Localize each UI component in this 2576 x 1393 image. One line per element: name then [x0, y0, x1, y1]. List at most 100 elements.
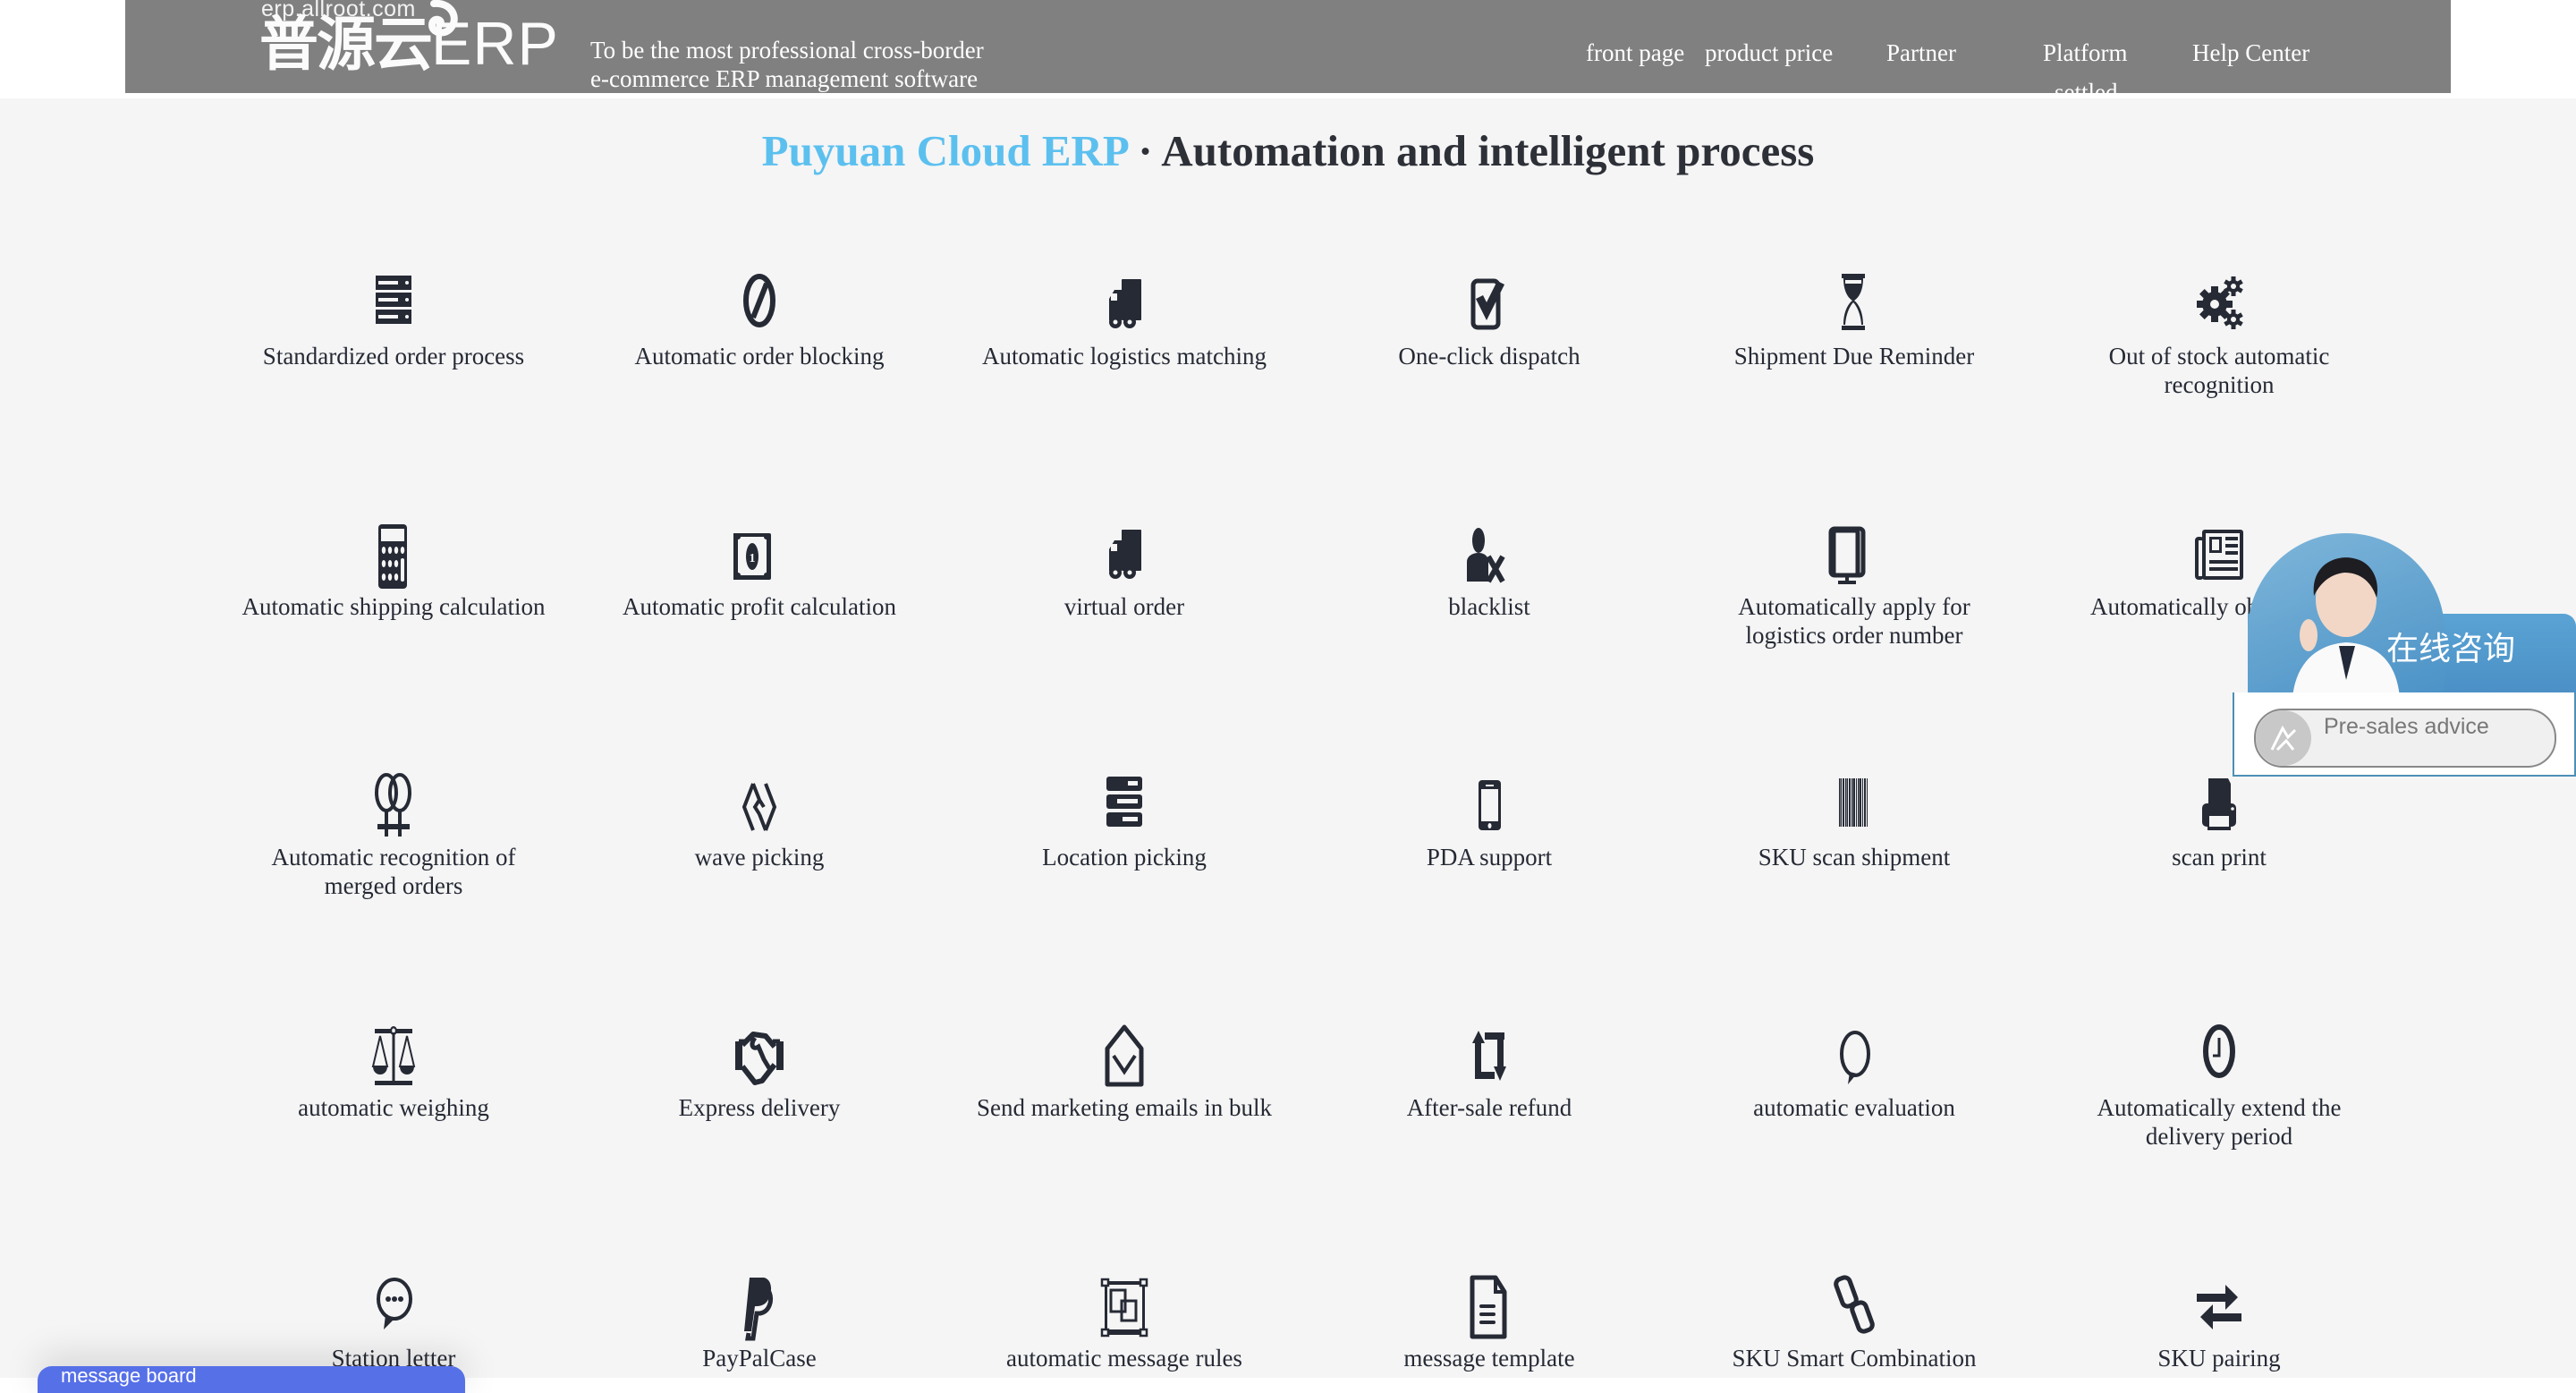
nav-platform-settled-line2[interactable]: settled — [2055, 77, 2117, 93]
truck-icon — [1109, 530, 1141, 579]
feature-item[interactable]: After-sale refund — [1319, 1011, 1659, 1122]
feature-label: message template — [1403, 1345, 1575, 1372]
feature-item[interactable]: automatic weighing — [224, 1011, 564, 1122]
feature-label: automatic weighing — [298, 1094, 489, 1121]
feature-item[interactable]: Automatically extend the delivery period — [2049, 1011, 2389, 1151]
chat-body: Pre-sales advice — [2233, 692, 2576, 777]
feature-item[interactable]: Automatic order blocking — [589, 259, 929, 370]
pre-sales-advice-button[interactable]: Pre-sales advice — [2254, 709, 2556, 768]
nav-partner[interactable]: Partner — [1886, 38, 1956, 68]
feature-label: Shipment Due Reminder — [1733, 343, 1975, 369]
section-title-brand: Puyuan Cloud ERP — [761, 126, 1128, 175]
pre-sales-advice-label: Pre-sales advice — [2324, 714, 2489, 739]
feature-item[interactable]: SKU scan shipment — [1684, 760, 2024, 871]
logo-erp: ERP — [431, 10, 559, 78]
comment-icon — [1840, 1031, 1870, 1084]
feature-item[interactable]: Station letter — [224, 1261, 564, 1372]
feature-item[interactable]: virtual order — [954, 510, 1294, 621]
feature-item[interactable]: Express delivery — [589, 1011, 929, 1122]
nav-help-center[interactable]: Help Center — [2192, 38, 2309, 68]
feature-item[interactable]: Location picking — [954, 760, 1294, 871]
server-block-icon — [1106, 777, 1142, 827]
feature-label: SKU Smart Combination — [1732, 1345, 1977, 1372]
hourglass-icon — [1842, 274, 1865, 330]
section-title-separator: · — [1127, 126, 1162, 175]
online-consult-widget[interactable]: 在线咨询 Pre-sales advice — [2233, 533, 2576, 784]
agent-avatar-icon — [2292, 557, 2400, 692]
balance-scale-icon — [371, 1026, 416, 1085]
monitor-icon — [1828, 526, 1866, 584]
feature-label: Automatic recognition of merged orders — [271, 844, 516, 899]
feature-label: Standardized order process — [262, 343, 525, 369]
truck-icon — [1109, 279, 1141, 328]
feature-item[interactable]: SKU pairing — [2049, 1261, 2389, 1372]
logo-cn: 普源云 — [259, 10, 433, 79]
feature-label: Out of stock automatic recognition — [2108, 343, 2330, 398]
nav-front-page[interactable]: front page — [1586, 38, 1684, 68]
nav-product-price[interactable]: product price — [1705, 38, 1833, 68]
section-title-rest: Automation and intelligent process — [1161, 126, 1815, 175]
feature-label: scan print — [2172, 844, 2267, 871]
svg-text:1: 1 — [750, 552, 756, 565]
feature-item[interactable]: blacklist — [1319, 510, 1659, 621]
feature-label: Location picking — [1042, 844, 1207, 871]
feature-item[interactable]: SKU Smart Combination — [1684, 1261, 2024, 1372]
mobile-icon — [1479, 780, 1501, 830]
retweet-icon — [1472, 1031, 1506, 1081]
feature-label: One-click dispatch — [1398, 343, 1580, 369]
feature-label: SKU scan shipment — [1758, 844, 1951, 871]
feature-item[interactable]: Automatic logistics matching — [954, 259, 1294, 370]
feature-label: automatic message rules — [1006, 1345, 1242, 1372]
feature-label: automatic evaluation — [1753, 1094, 1955, 1121]
feature-label: After-sale refund — [1406, 1094, 1572, 1121]
nav-platform-settled[interactable]: Platform — [2043, 38, 2128, 68]
feature-item[interactable]: automatic message rules — [954, 1261, 1294, 1372]
user-times-icon — [1467, 528, 1505, 583]
feature-item[interactable]: Shipment Due Reminder — [1684, 259, 2024, 370]
feature-label: Automatic logistics matching — [982, 343, 1267, 369]
feature-item[interactable]: 1 Automatic profit calculation — [589, 510, 929, 621]
logo[interactable]: 普源云ERP — [259, 13, 559, 76]
feature-item[interactable]: automatic evaluation — [1684, 1011, 2024, 1122]
object-group-icon — [1100, 1278, 1148, 1338]
feature-item[interactable]: PayPalCase — [589, 1261, 929, 1372]
server-icon — [376, 276, 411, 324]
section-title: Puyuan Cloud ERP · Automation and intell… — [0, 125, 2576, 176]
handshake-icon — [735, 1032, 784, 1085]
clock-icon — [2203, 1024, 2235, 1078]
calculator-icon — [378, 524, 407, 589]
barcode-icon — [1839, 778, 1868, 827]
message-board-button[interactable]: message board — [38, 1366, 465, 1393]
paypal-icon — [744, 1278, 774, 1341]
feature-label: Express delivery — [678, 1094, 841, 1121]
ban-icon — [743, 274, 775, 327]
feature-label: wave picking — [694, 844, 825, 871]
feature-label: PayPalCase — [702, 1345, 817, 1372]
feature-item[interactable]: Automatic recognition of merged orders — [224, 760, 564, 900]
check-square-icon — [1470, 278, 1505, 330]
feature-label: Automatic shipping calculation — [242, 593, 546, 620]
pre-sales-avatar-icon — [2256, 710, 2311, 766]
feature-item[interactable]: message template — [1319, 1261, 1659, 1372]
tagline: To be the most professional cross-border… — [590, 36, 984, 93]
feature-item[interactable]: Automatically apply for logistics order … — [1684, 510, 2024, 650]
feature-item[interactable]: Send marketing emails in bulk — [954, 1011, 1294, 1122]
commenting-icon — [377, 1278, 412, 1329]
feature-label: Automatically apply for logistics order … — [1738, 593, 1970, 649]
chat-title: 在线咨询 — [2386, 631, 2516, 667]
feature-label: Send marketing emails in bulk — [977, 1094, 1272, 1121]
chain-icon — [1834, 1275, 1875, 1334]
feature-item[interactable]: wave picking — [589, 760, 929, 871]
feature-label: Automatically extend the delivery period — [2097, 1094, 2342, 1150]
feature-item[interactable]: PDA support — [1319, 760, 1659, 871]
feature-item[interactable]: Automatic shipping calculation — [224, 510, 564, 621]
cogs-icon — [2197, 276, 2243, 329]
venus-double-icon — [375, 773, 411, 837]
tagline-line2: e-commerce ERP management software — [590, 65, 979, 92]
tagline-line1: To be the most professional cross-border — [590, 37, 984, 64]
feature-item[interactable]: One-click dispatch — [1319, 259, 1659, 370]
wave-diamond-icon — [741, 783, 777, 831]
feature-label: Automatic profit calculation — [623, 593, 896, 620]
feature-item[interactable]: Out of stock automatic recognition — [2049, 259, 2389, 399]
feature-item[interactable]: Standardized order process — [224, 259, 564, 370]
